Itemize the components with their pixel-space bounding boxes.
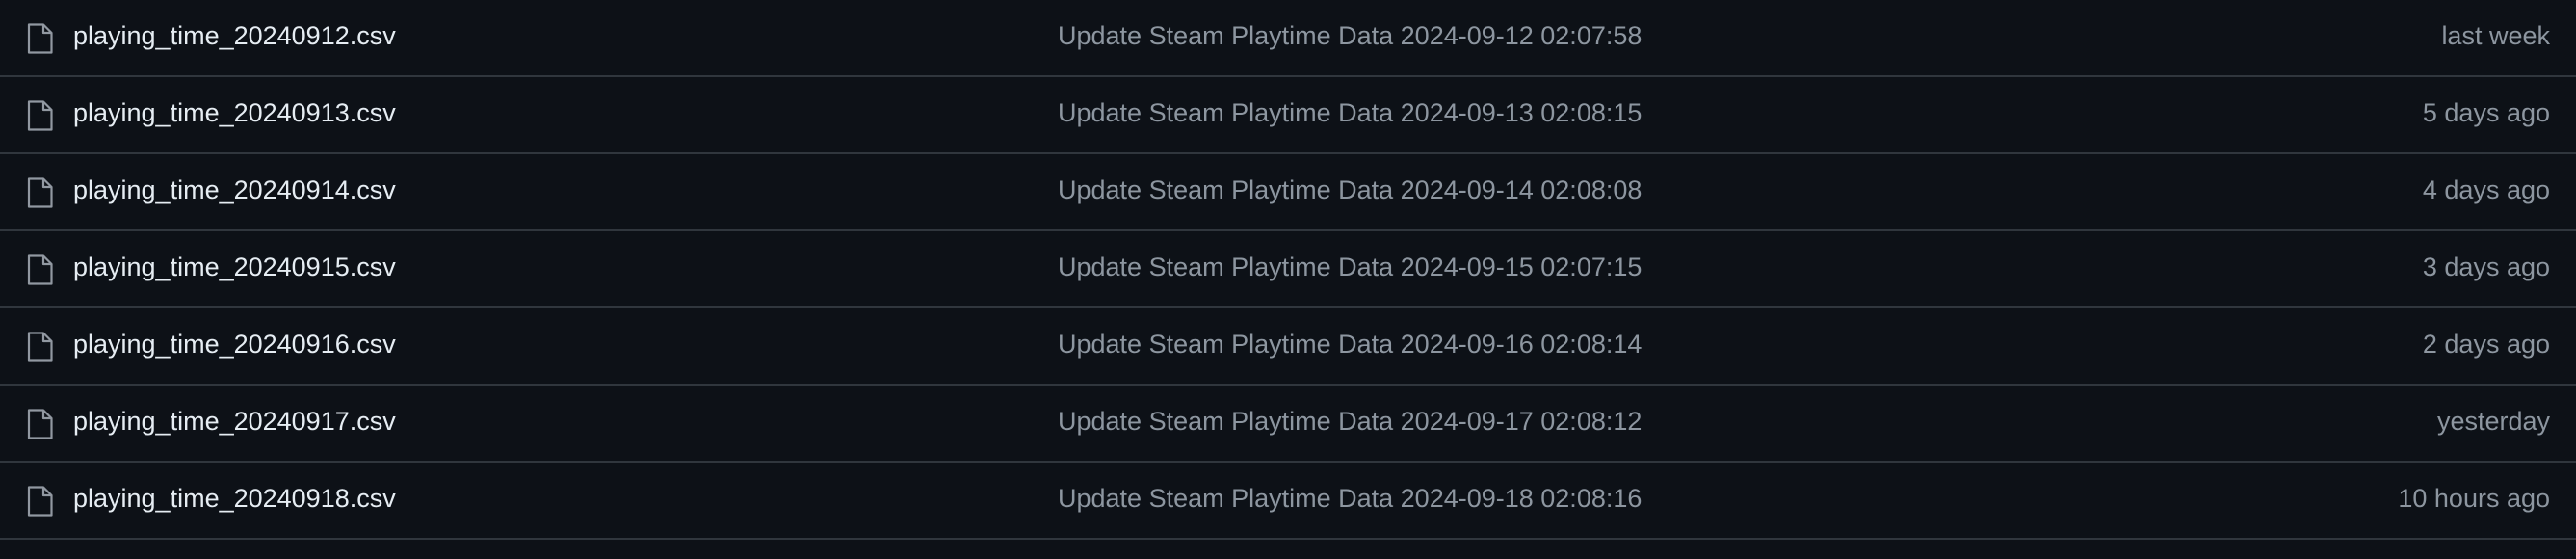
file-row[interactable]: playing_time_20240912.csv Update Steam P…: [0, 0, 2576, 77]
commit-age: 2 days ago: [2422, 330, 2550, 359]
commit-message-link[interactable]: Update Steam Playtime Data 2024-09-17 02…: [1058, 386, 1642, 457]
commit-age: 10 hours ago: [2398, 484, 2550, 513]
file-name-link[interactable]: playing_time_20240914.csv: [73, 154, 396, 226]
file-icon: [26, 100, 53, 131]
commit-age: 4 days ago: [2422, 175, 2550, 204]
file-name-link[interactable]: playing_time_20240916.csv: [73, 308, 396, 380]
file-row[interactable]: playing_time_20240913.csv Update Steam P…: [0, 77, 2576, 154]
file-row[interactable]: playing_time_20240918.csv Update Steam P…: [0, 463, 2576, 540]
file-icon: [26, 254, 53, 285]
file-row[interactable]: playing_time_20240917.csv Update Steam P…: [0, 386, 2576, 463]
commit-age: last week: [2441, 21, 2550, 50]
file-row[interactable]: playing_time_20240916.csv Update Steam P…: [0, 308, 2576, 386]
commit-message-link[interactable]: Update Steam Playtime Data 2024-09-15 02…: [1058, 231, 1642, 303]
file-icon: [26, 409, 53, 439]
commit-age: 5 days ago: [2422, 98, 2550, 127]
commit-message-link[interactable]: Update Steam Playtime Data 2024-09-13 02…: [1058, 77, 1642, 148]
file-name-link[interactable]: playing_time_20240915.csv: [73, 231, 396, 303]
file-name-link[interactable]: playing_time_20240918.csv: [73, 463, 396, 534]
file-list: playing_time_20240912.csv Update Steam P…: [0, 0, 2576, 559]
file-icon: [26, 177, 53, 208]
file-icon: [26, 23, 53, 54]
file-name-link[interactable]: playing_time_20240913.csv: [73, 77, 396, 148]
commit-message-link[interactable]: Update Steam Playtime Data 2024-09-16 02…: [1058, 308, 1642, 380]
commit-age: 3 days ago: [2422, 253, 2550, 281]
commit-message-link[interactable]: Update Steam Playtime Data 2024-09-12 02…: [1058, 0, 1642, 71]
commit-age: yesterday: [2436, 407, 2550, 436]
file-row[interactable]: playing_time_20240915.csv Update Steam P…: [0, 231, 2576, 308]
file-name-link[interactable]: playing_time_20240917.csv: [73, 386, 396, 457]
file-icon: [26, 332, 53, 362]
file-name-link[interactable]: playing_time_20240912.csv: [73, 0, 396, 71]
file-row[interactable]: playing_time_20240914.csv Update Steam P…: [0, 154, 2576, 231]
file-icon: [26, 486, 53, 517]
commit-message-link[interactable]: Update Steam Playtime Data 2024-09-18 02…: [1058, 463, 1642, 534]
commit-message-link[interactable]: Update Steam Playtime Data 2024-09-14 02…: [1058, 154, 1642, 226]
